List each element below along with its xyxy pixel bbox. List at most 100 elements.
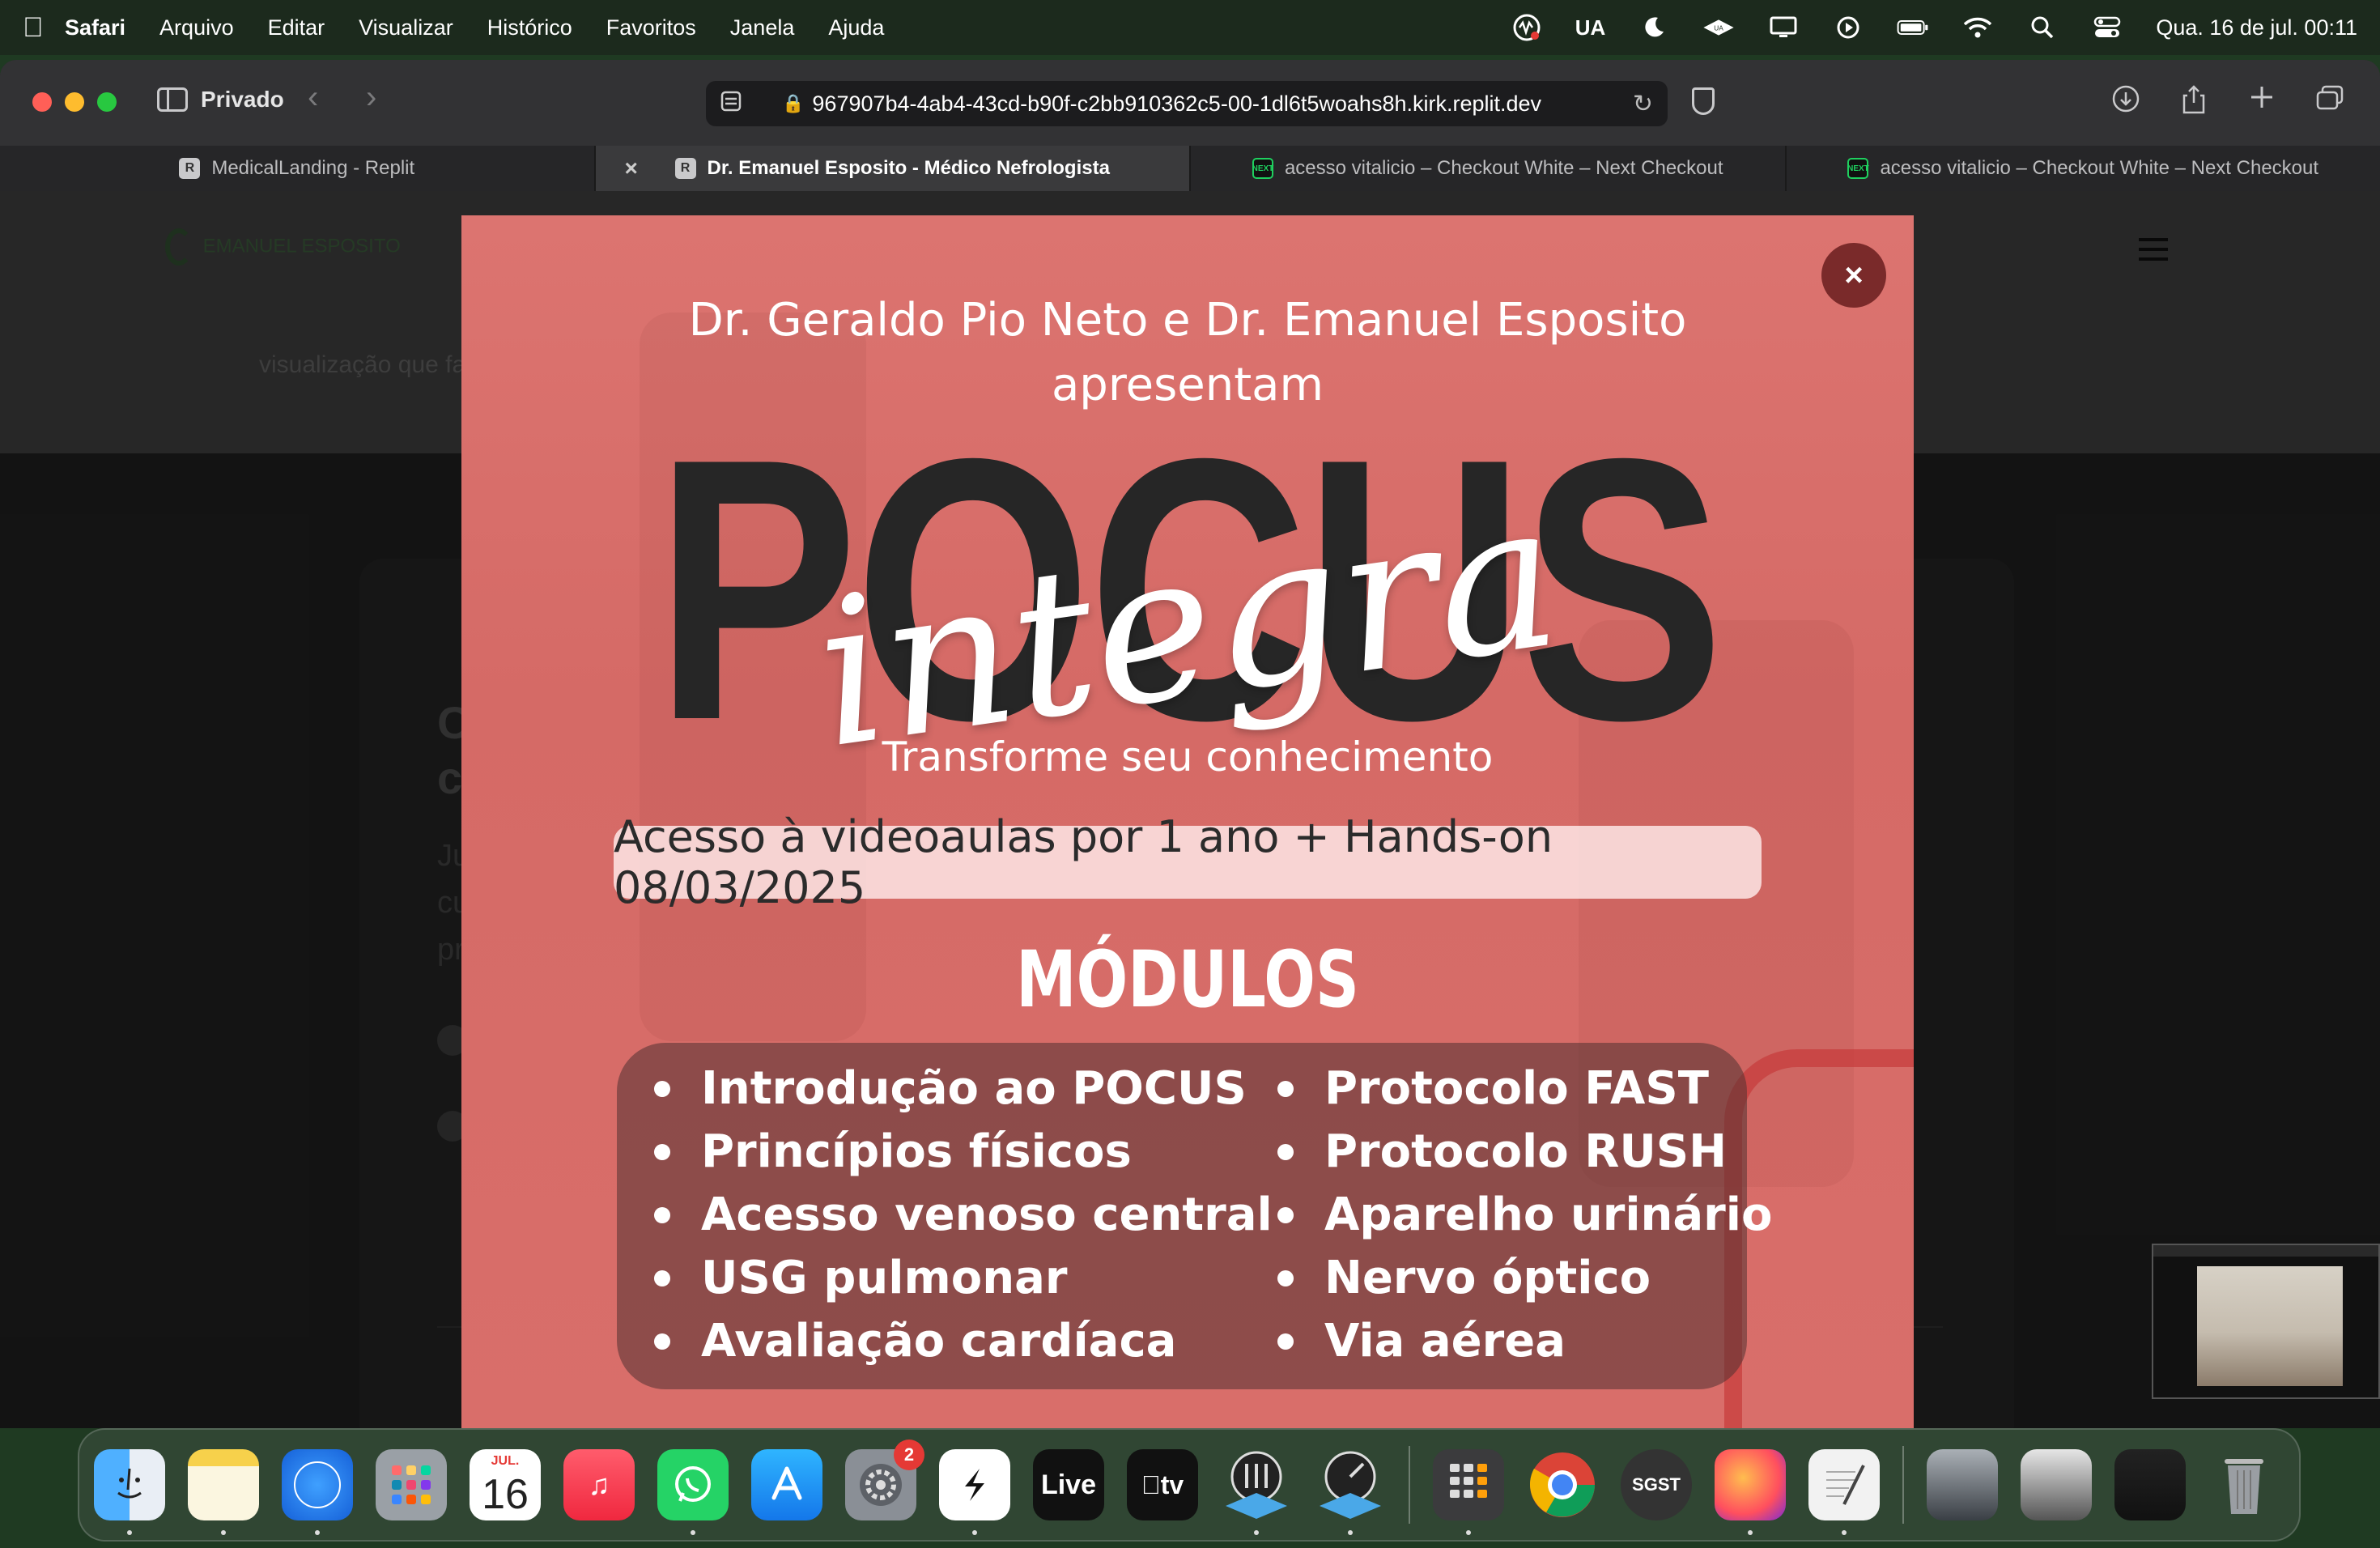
module-item: Princípios físicos — [654, 1121, 1273, 1184]
display-icon[interactable] — [1767, 11, 1800, 44]
url-text[interactable]: 967907b4-4ab4-43cd-b90f-c2bb910362c5-00-… — [812, 91, 1541, 117]
app-store-icon[interactable] — [751, 1449, 822, 1520]
launchpad-icon[interactable] — [376, 1449, 447, 1520]
vpn-icon[interactable]: UA — [1702, 11, 1735, 44]
running-indicator — [1348, 1530, 1353, 1535]
running-indicator — [972, 1530, 977, 1535]
safari-icon[interactable] — [282, 1449, 353, 1535]
firefox-icon[interactable] — [1715, 1449, 1786, 1535]
back-arrow-icon[interactable]: ‹ — [308, 79, 318, 116]
documents-stack-thumbnail[interactable] — [2021, 1449, 2092, 1520]
wifi-icon[interactable] — [1961, 11, 1994, 44]
page-menu-icon[interactable] — [720, 91, 742, 117]
sidebar-toggle-icon[interactable] — [157, 87, 188, 112]
next-favicon-icon: NEXT — [1847, 158, 1869, 179]
zoom-window-button[interactable] — [97, 92, 117, 112]
svg-text:UA: UA — [1715, 24, 1724, 32]
play-icon[interactable] — [1832, 11, 1864, 44]
tab-emanuel-esposito[interactable]: × R Dr. Emanuel Esposito - Médico Nefrol… — [595, 146, 1191, 191]
minimize-window-button[interactable] — [65, 92, 84, 112]
menu-editar[interactable]: Editar — [268, 15, 325, 40]
module-item: Via aérea — [1277, 1310, 1772, 1373]
sgst-icon[interactable]: SGST — [1621, 1449, 1692, 1520]
running-indicator — [1842, 1530, 1847, 1535]
system-settings-icon[interactable]: 2 — [845, 1440, 924, 1520]
wave-icon[interactable] — [1511, 11, 1543, 44]
tab-checkout-2[interactable]: NEXT acesso vitalicio – Checkout White –… — [1787, 146, 2380, 191]
music-icon[interactable]: ♫ — [563, 1449, 635, 1520]
reload-icon[interactable]: ↻ — [1633, 90, 1653, 118]
whatsapp-icon[interactable] — [657, 1449, 729, 1535]
tab-overview-icon[interactable] — [2312, 84, 2348, 122]
finder-icon[interactable] — [94, 1449, 165, 1535]
address-bar[interactable]: 🔒 967907b4-4ab4-43cd-b90f-c2bb910362c5-0… — [706, 81, 1668, 126]
tagline: Transforme seu conhecimento — [882, 734, 1494, 780]
control-center-icon[interactable] — [2091, 11, 2123, 44]
close-tab-icon[interactable]: × — [625, 155, 638, 181]
lock-icon: 🔒 — [782, 93, 805, 113]
pip-video-frame — [2197, 1266, 2343, 1386]
private-browsing-label: Privado — [201, 87, 284, 112]
access-info-pill: Acesso à videoaulas por 1 ano + Hands-on… — [614, 811, 1762, 913]
dock: JUL. 16 ♫ 2 Live tv SGST — [78, 1428, 2301, 1542]
tab-medicallanding[interactable]: R MedicalLanding - Replit — [0, 146, 596, 191]
running-indicator — [315, 1530, 320, 1535]
new-tab-icon[interactable] — [2244, 84, 2280, 122]
calendar-icon[interactable]: JUL. 16 — [470, 1449, 541, 1520]
tab-title: Dr. Emanuel Esposito - Médico Nefrologis… — [707, 157, 1110, 179]
menu-favoritos[interactable]: Favoritos — [606, 15, 696, 40]
toolbar-actions — [2108, 84, 2348, 122]
module-item: Acesso venoso central — [654, 1184, 1273, 1247]
menu-arquivo[interactable]: Arquivo — [159, 15, 234, 40]
ua-mixer-icon[interactable] — [1221, 1449, 1292, 1535]
input-source-label[interactable]: UA — [1575, 15, 1606, 40]
presenters-line-1: Dr. Geraldo Pio Neto e Dr. Emanuel Espos… — [688, 294, 1687, 347]
share-icon[interactable] — [2176, 84, 2212, 122]
ableton-live-icon[interactable]: Live — [1033, 1449, 1104, 1520]
tab-title: acesso vitalicio – Checkout White – Next… — [1284, 157, 1723, 179]
app-menu-safari[interactable]: Safari — [65, 15, 125, 40]
promo-modal: × Dr. Geraldo Pio Neto e Dr. Emanuel Esp… — [461, 215, 1914, 1428]
moon-icon[interactable] — [1638, 11, 1670, 44]
window-controls — [32, 92, 117, 112]
running-indicator — [1748, 1530, 1753, 1535]
screenshot-stack-thumbnail[interactable] — [2114, 1449, 2186, 1520]
ua-connect-icon[interactable] — [1315, 1449, 1386, 1535]
next-favicon-icon: NEXT — [1252, 158, 1273, 179]
menu-historico[interactable]: Histórico — [487, 15, 572, 40]
tab-checkout-1[interactable]: NEXT acesso vitalicio – Checkout White –… — [1191, 146, 1787, 191]
apple-menu-icon[interactable]:  — [23, 12, 65, 44]
chrome-icon[interactable] — [1527, 1449, 1598, 1520]
menu-ajuda[interactable]: Ajuda — [828, 15, 884, 40]
search-icon[interactable] — [2026, 11, 2059, 44]
menu-bar:  Safari Arquivo Editar Visualizar Histó… — [0, 0, 2380, 55]
module-item: Protocolo RUSH — [1277, 1121, 1772, 1184]
running-indicator — [1466, 1530, 1471, 1535]
menu-janela[interactable]: Janela — [730, 15, 795, 40]
trash-icon[interactable] — [2208, 1449, 2280, 1520]
privacy-shield-icon[interactable] — [1692, 87, 1715, 115]
notes-icon[interactable] — [188, 1449, 259, 1535]
tab-title: acesso vitalicio – Checkout White – Next… — [1880, 157, 2319, 179]
apple-tv-icon[interactable]: tv — [1127, 1449, 1198, 1520]
battery-icon[interactable] — [1897, 11, 1929, 44]
tab-title: MedicalLanding - Replit — [211, 157, 415, 179]
calendar-day: 16 — [482, 1471, 529, 1518]
close-window-button[interactable] — [32, 92, 52, 112]
dock-separator — [1409, 1446, 1410, 1524]
browser-toolbar: Privado ‹ › 🔒 967907b4-4ab4-43cd-b90f-c2… — [0, 60, 2380, 146]
module-item: Aparelho urinário — [1277, 1184, 1772, 1247]
textedit-icon[interactable] — [1808, 1449, 1880, 1535]
downloads-stack-thumbnail[interactable] — [1927, 1449, 1998, 1520]
menubar-clock[interactable]: Qua. 16 de jul. 00:11 — [2156, 15, 2357, 40]
menu-visualizar[interactable]: Visualizar — [359, 15, 453, 40]
picture-in-picture-window[interactable] — [2152, 1244, 2380, 1399]
calculator-icon[interactable] — [1433, 1449, 1504, 1535]
module-item: USG pulmonar — [654, 1247, 1273, 1310]
module-item: Introdução ao POCUS — [654, 1057, 1273, 1121]
calendar-month: JUL. — [491, 1454, 520, 1468]
shortcut-app-icon[interactable] — [939, 1449, 1010, 1535]
forward-arrow-icon[interactable]: › — [366, 79, 376, 116]
downloads-icon[interactable] — [2108, 84, 2144, 122]
modules-list-left: Introdução ao POCUS Princípios físicos A… — [654, 1057, 1273, 1373]
